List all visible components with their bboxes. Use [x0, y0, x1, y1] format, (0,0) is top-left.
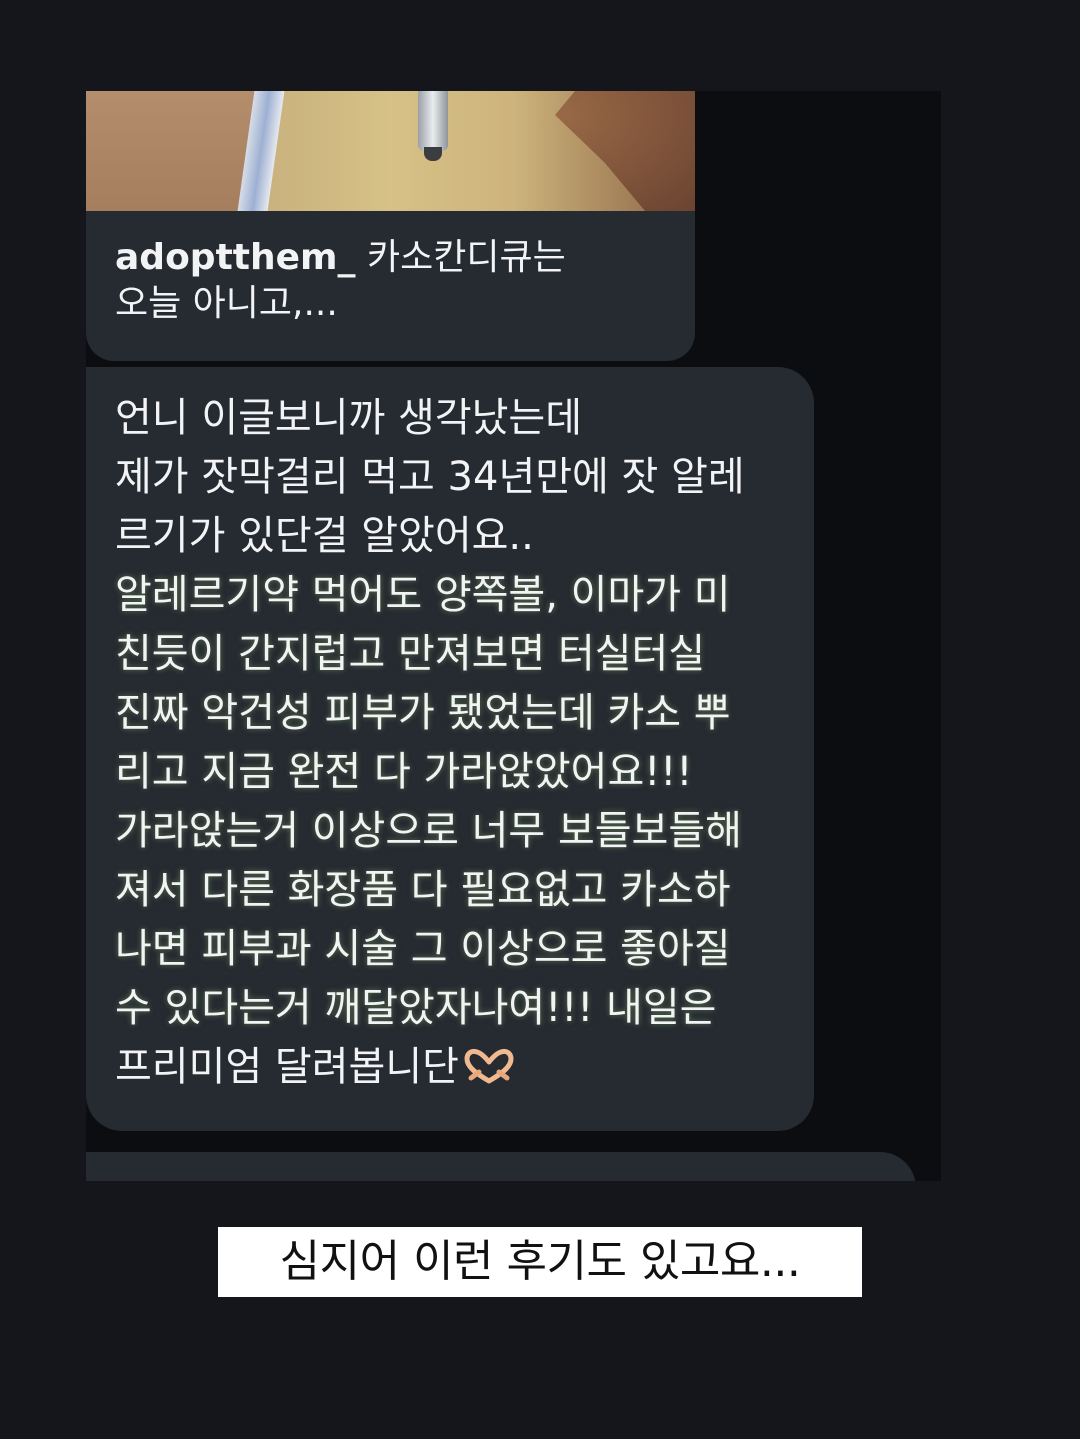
message-text: 언니 이글보니까 생각났는데 제가 잣막걸리 먹고 34년만에 잣 알레 르기가…	[115, 389, 805, 1097]
quoted-post-text-2: 오늘 아니고,...	[115, 283, 338, 324]
message-line: 가라앉는거 이상으로 너무 보들보들해	[115, 808, 742, 854]
message-line: 프리미엄 달려봅니단	[115, 1044, 459, 1090]
message-line: 제가 잣막걸리 먹고 34년만에 잣 알레	[115, 454, 745, 500]
message-line: 르기가 있단걸 알았어요..	[115, 513, 534, 559]
story-canvas: adoptthem_ 카소칸디큐는 오늘 아니고,... 언니 이글보니까 생각…	[0, 0, 1080, 1439]
message-line: 친듯이 간지럽고 만져보면 터실터실	[115, 631, 706, 677]
next-message-bubble	[86, 1152, 916, 1181]
message-line: 수 있다는거 깨달았자나여!!! 내일은	[115, 985, 717, 1031]
message-line: 알레르기약 먹어도 양쪽볼, 이마가 미	[115, 572, 731, 618]
chat-screenshot: adoptthem_ 카소칸디큐는 오늘 아니고,... 언니 이글보니까 생각…	[86, 91, 941, 1181]
message-line: 나면 피부과 시술 그 이상으로 좋아질	[115, 926, 731, 972]
story-caption: 심지어 이런 후기도 있고요...	[218, 1227, 862, 1297]
quoted-post-text-1: 카소칸디큐는	[355, 237, 566, 278]
message-line: 리고 지금 완전 다 가라앉았어요!!!	[115, 749, 693, 795]
quoted-post-thumbnail	[86, 91, 695, 211]
message-last-line: 프리미엄 달려봅니단	[115, 1038, 805, 1097]
quoted-post-caption: adoptthem_ 카소칸디큐는 오늘 아니고,...	[115, 235, 675, 327]
message-bubble: 언니 이글보니까 생각났는데 제가 잣막걸리 먹고 34년만에 잣 알레 르기가…	[86, 367, 814, 1131]
heart-hands-icon	[463, 1042, 515, 1084]
message-line: 져서 다른 화장품 다 필요없고 카소하	[115, 867, 731, 913]
quoted-post-card[interactable]: adoptthem_ 카소칸디큐는 오늘 아니고,...	[86, 91, 695, 361]
message-line: 진짜 악건성 피부가 됐었는데 카소 뿌	[115, 690, 731, 736]
message-line: 언니 이글보니까 생각났는데	[115, 395, 583, 441]
quoted-post-username: adoptthem_	[115, 237, 356, 278]
